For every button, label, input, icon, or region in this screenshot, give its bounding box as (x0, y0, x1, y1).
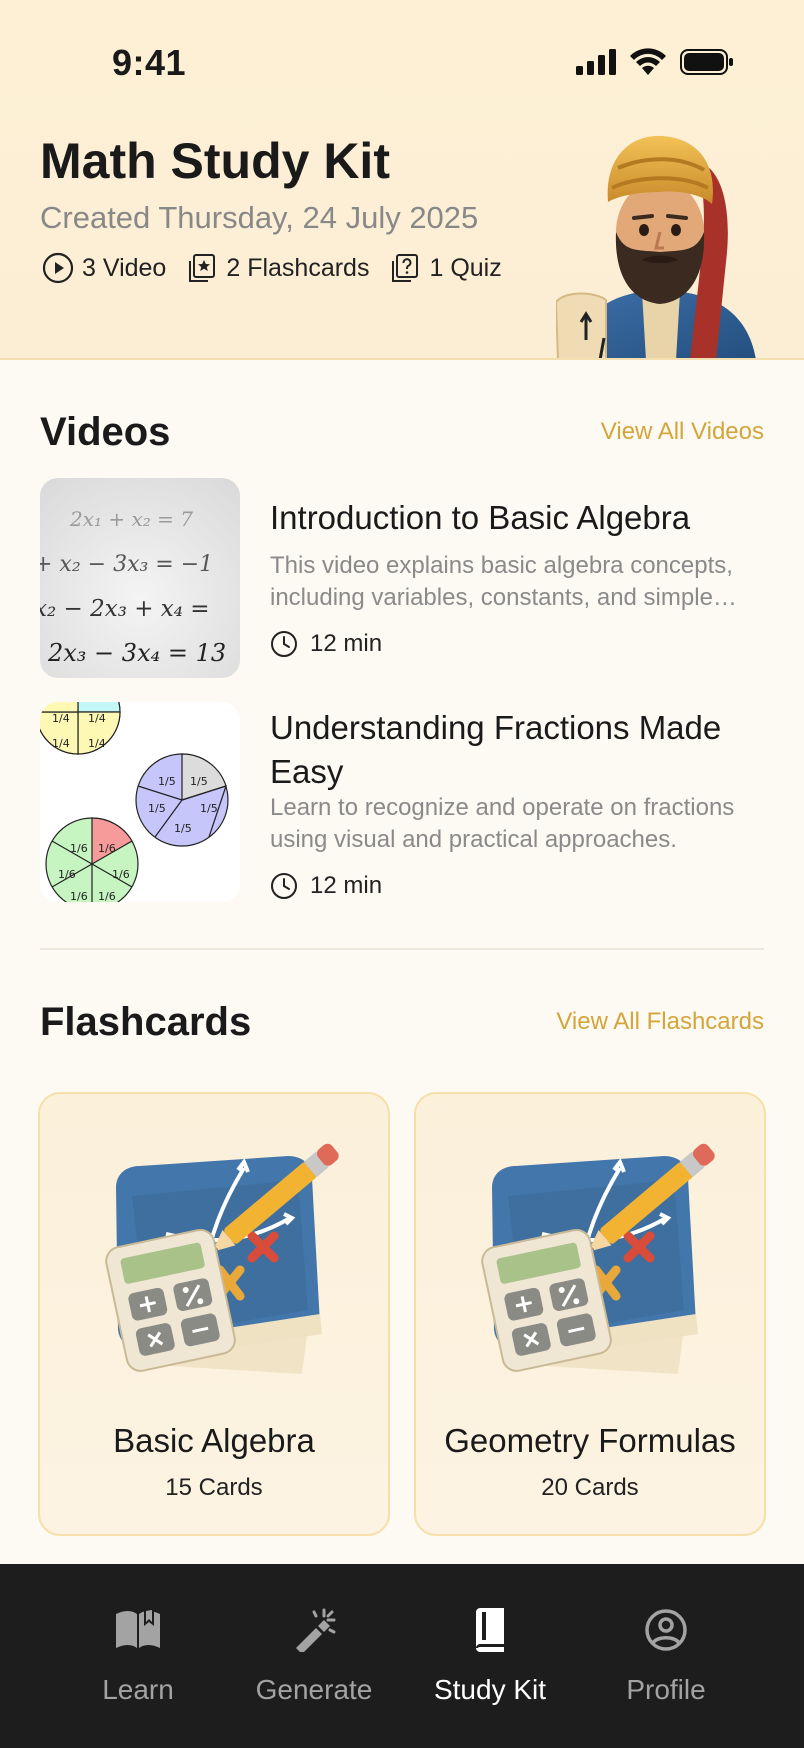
fraction-label-fifth: 1/5 (200, 802, 218, 815)
video-duration-text: 12 min (310, 872, 383, 899)
stat-quiz-label: 1 Quiz (429, 253, 502, 282)
video-description: This video explains basic algebra concep… (270, 552, 737, 611)
tab-profile[interactable]: Profile (578, 1608, 754, 1706)
book-icon (476, 1608, 504, 1652)
signal-icon (576, 49, 616, 75)
status-time: 9:41 (112, 42, 187, 83)
flashcard-deck-count: 15 Cards (165, 1474, 263, 1501)
fraction-label-sixth: 1/6 (98, 842, 116, 855)
tab-generate-label: Generate (255, 1674, 373, 1705)
fraction-label-fifth: 1/5 (148, 802, 166, 815)
algebra-equations-image: 2x₁ + x₂ = 7 + x₂ − 3x₃ = −1 x₂ − 2x₃ + … (40, 507, 226, 667)
stat-quiz: 1 Quiz (389, 252, 502, 284)
bottom-tab-bar: Learn Generate Study Kit Profile (0, 1564, 804, 1748)
video-thumbnail-algebra: 2x₁ + x₂ = 7 + x₂ − 3x₃ = −1 x₂ − 2x₃ + … (40, 478, 240, 678)
fraction-label-fifth: 1/5 (190, 775, 208, 788)
header: 9:41 Math Study Kit Created Thursday, 24… (0, 0, 804, 360)
kit-stats: 3 Video 2 Flashcards 1 Quiz (42, 252, 522, 284)
stat-flashcards-label: 2 Flashcards (226, 253, 370, 282)
quiz-question-icon (392, 254, 419, 282)
equation-line-3: x₂ − 2x₃ + x₄ = (40, 596, 210, 622)
fraction-label-quarter: 1/4 (52, 712, 70, 725)
fraction-label-sixth: 1/6 (112, 868, 130, 881)
video-item[interactable]: 1/4 1/4 1/4 1/4 1/5 1/5 1/5 1/5 1/5 1/6 … (40, 702, 764, 902)
videos-section-title: Videos (40, 410, 171, 454)
fraction-label-sixth: 1/6 (98, 890, 116, 902)
flashcard-star-icon (189, 254, 216, 282)
view-all-flashcards-link[interactable]: View All Flashcards (556, 1008, 764, 1036)
stat-flashcards: 2 Flashcards (186, 252, 369, 284)
clock-icon (271, 631, 297, 657)
view-all-videos-link[interactable]: View All Videos (601, 418, 764, 446)
video-title: Understanding Fractions Made Easy (270, 709, 722, 790)
user-circle-icon (645, 1609, 687, 1651)
flashcard-deck-card[interactable]: Basic Algebra 15 Cards (38, 1092, 390, 1536)
tab-study-kit-label: Study Kit (433, 1674, 547, 1705)
fraction-label-quarter: 1/4 (88, 712, 106, 725)
page-title: Math Study Kit (40, 133, 390, 189)
play-circle-icon (42, 252, 74, 284)
flashcard-deck-count: 20 Cards (541, 1474, 639, 1501)
flashcard-deck-title: Geometry Formulas (444, 1422, 736, 1459)
equation-line-4: 2x₃ − 3x₄ = 13 (47, 639, 226, 667)
fraction-circles-image: 1/4 1/4 1/4 1/4 1/5 1/5 1/5 1/5 1/5 1/6 … (40, 702, 229, 902)
video-duration: 12 min (270, 630, 382, 658)
video-duration: 12 min (270, 872, 382, 900)
flashcards-section-title: Flashcards (40, 1000, 252, 1044)
tab-learn[interactable]: Learn (50, 1608, 226, 1706)
created-date: Created Thursday, 24 July 2025 (40, 200, 479, 235)
fraction-label-fifth: 1/5 (174, 822, 192, 835)
tab-profile-label: Profile (626, 1674, 706, 1705)
status-icons (576, 48, 734, 76)
video-duration-text: 12 min (310, 630, 383, 657)
battery-icon (680, 49, 733, 75)
wifi-icon (630, 48, 666, 75)
fraction-label-sixth: 1/6 (70, 890, 88, 902)
status-bar: 9:41 (0, 0, 804, 120)
tab-study-kit[interactable]: Study Kit (402, 1608, 578, 1706)
fraction-label-fifth: 1/5 (158, 775, 176, 788)
fraction-label-sixth: 1/6 (58, 868, 76, 881)
tab-learn-label: Learn (102, 1674, 174, 1705)
equation-line-1: 2x₁ + x₂ = 7 (69, 507, 193, 531)
fraction-label-sixth: 1/6 (70, 842, 88, 855)
open-book-icon (116, 1608, 160, 1648)
math-book-calculator-illustration (481, 1143, 715, 1374)
video-item[interactable]: 2x₁ + x₂ = 7 + x₂ − 3x₃ = −1 x₂ − 2x₃ + … (40, 478, 764, 678)
tab-generate[interactable]: Generate (226, 1608, 402, 1706)
flashcard-deck-card[interactable]: Geometry Formulas 20 Cards (414, 1092, 766, 1536)
video-title: Introduction to Basic Algebra (270, 499, 691, 536)
section-divider (40, 948, 764, 950)
clock-icon (271, 873, 297, 899)
fraction-label-quarter: 1/4 (88, 737, 106, 750)
video-description: Learn to recognize and operate on fracti… (270, 794, 735, 853)
magic-wand-icon (296, 1608, 336, 1652)
flashcard-deck-title: Basic Algebra (113, 1422, 315, 1459)
video-thumbnail-fractions: 1/4 1/4 1/4 1/4 1/5 1/5 1/5 1/5 1/5 1/6 … (40, 702, 240, 902)
stat-videos-label: 3 Video (82, 253, 167, 282)
scholar-mascot-illustration (556, 135, 756, 358)
equation-line-2: + x₂ − 3x₃ = −1 (40, 552, 213, 577)
fraction-label-quarter: 1/4 (52, 737, 70, 750)
math-book-calculator-illustration (105, 1143, 339, 1374)
stat-videos: 3 Video (42, 252, 166, 284)
